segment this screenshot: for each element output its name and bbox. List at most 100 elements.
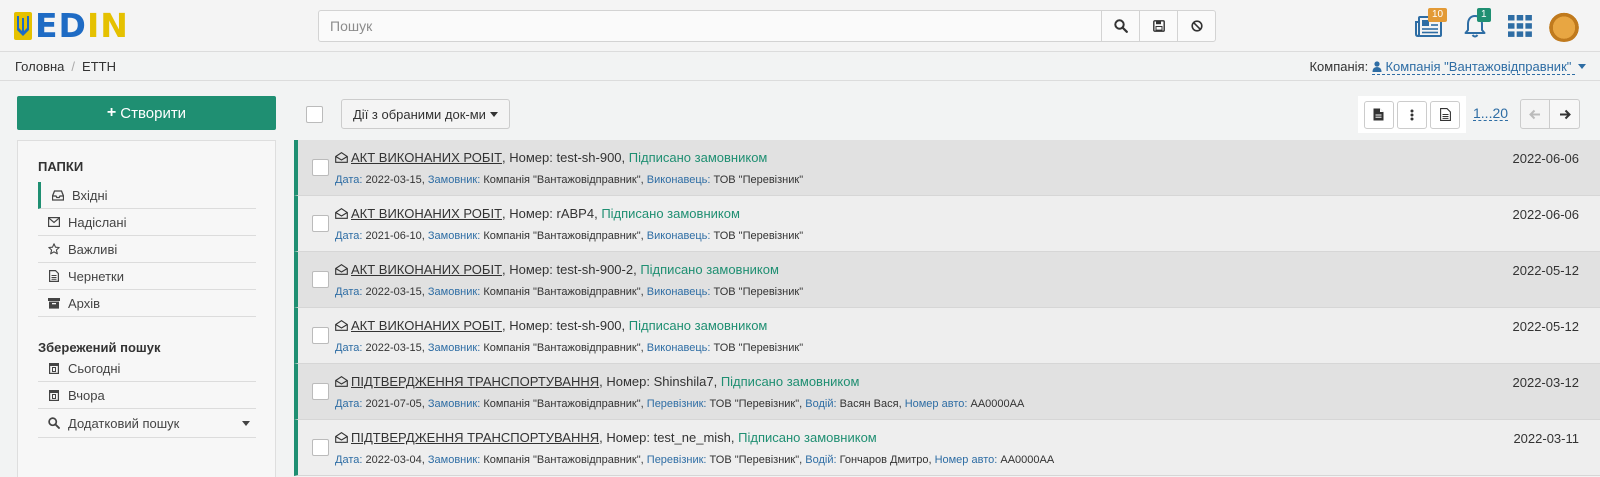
meta-label: Водій:: [805, 454, 837, 466]
row-checkbox[interactable]: [312, 215, 329, 232]
calendar-icon: [48, 389, 60, 401]
document-row[interactable]: АКТ ВИКОНАНИХ РОБІТ, Номер: test-sh-900-…: [294, 252, 1600, 308]
meta-value: ТОВ "Перевізник": [713, 174, 804, 186]
sidebar-item-advanced-search[interactable]: Додатковий пошук: [38, 409, 256, 438]
sidebar-item-drafts[interactable]: Чернетки: [38, 263, 256, 290]
edin-logo[interactable]: EDIN: [14, 8, 129, 44]
document-status: Підписано замовником: [640, 262, 779, 277]
bulk-actions-dropdown[interactable]: Дії з обраними док-ми: [341, 99, 510, 129]
row-checkbox[interactable]: [312, 159, 329, 176]
pagination-range[interactable]: 1...20: [1473, 106, 1509, 121]
meta-value: ТОВ "Перевізник": [713, 230, 804, 242]
document-date: 2022-03-12: [1512, 375, 1580, 390]
meta-label: Замовник:: [427, 174, 481, 186]
document-row[interactable]: ПІДТВЕРДЖЕННЯ ТРАНСПОРТУВАННЯ, Номер: te…: [294, 420, 1600, 476]
meta-value: 2022-03-15: [365, 286, 422, 298]
document-view-button[interactable]: [1430, 100, 1461, 129]
search-button[interactable]: [1101, 11, 1139, 41]
document-type-link[interactable]: АКТ ВИКОНАНИХ РОБІТ: [351, 262, 502, 277]
sidebar-item-archive[interactable]: Архів: [38, 290, 256, 317]
notifications-badge: 1: [1477, 8, 1491, 22]
company-label: Компанія:: [1309, 59, 1369, 74]
meta-value: 2021-07-05: [365, 398, 422, 410]
sidebar-item-today[interactable]: Сьогодні: [38, 355, 256, 382]
sidebar-item-sent[interactable]: Надіслані: [38, 209, 256, 236]
ellipsis-vertical-icon: [1410, 109, 1414, 120]
meta-label: Номер авто:: [934, 454, 998, 466]
meta-label: Виконавець:: [646, 286, 711, 298]
document-row[interactable]: АКТ ВИКОНАНИХ РОБІТ, Номер: test-sh-900,…: [294, 140, 1600, 196]
company-dropdown[interactable]: Компанія "Вантажовідправник": [1371, 59, 1575, 75]
breadcrumb-home[interactable]: Головна: [15, 59, 64, 74]
document-type-link[interactable]: ПІДТВЕРДЖЕННЯ ТРАНСПОРТУВАННЯ: [351, 430, 599, 445]
document-type-link[interactable]: АКТ ВИКОНАНИХ РОБІТ: [351, 150, 502, 165]
sidebar-item-yesterday[interactable]: Вчора: [38, 382, 256, 409]
breadcrumb-separator: /: [71, 59, 76, 74]
document-status: Підписано замовником: [601, 206, 740, 221]
meta-label: Замовник:: [427, 230, 481, 242]
save-search-button[interactable]: [1139, 11, 1177, 41]
sidebar-item-inbox[interactable]: Вхідні: [38, 182, 256, 209]
document-number-label: , Номер:: [502, 318, 553, 333]
meta-value: Компанія "Вантажовідправник": [483, 454, 641, 466]
meta-label: Номер авто:: [904, 398, 968, 410]
document-list: АКТ ВИКОНАНИХ РОБІТ, Номер: test-sh-900,…: [294, 140, 1600, 477]
meta-value: 2022-03-15: [365, 342, 422, 354]
caret-down-icon: [242, 420, 250, 426]
row-checkbox[interactable]: [312, 383, 329, 400]
meta-label: Дата:: [335, 342, 363, 354]
meta-label: Дата:: [335, 230, 363, 242]
sidebar-item-important[interactable]: Важливі: [38, 236, 256, 263]
envelope-open-icon: [335, 208, 348, 219]
document-summary: ПІДТВЕРДЖЕННЯ ТРАНСПОРТУВАННЯ, Номер: Sh…: [335, 374, 859, 389]
plus-icon: +: [106, 104, 117, 121]
meta-value: 2022-03-15: [365, 174, 422, 186]
arrow-right-icon: [1559, 109, 1571, 119]
envelope-open-icon: [335, 264, 348, 275]
meta-value: ТОВ "Перевізник": [709, 454, 800, 466]
envelope-open-icon: [335, 320, 348, 331]
user-avatar[interactable]: [1547, 10, 1581, 42]
meta-value: 2022-03-04: [365, 454, 422, 466]
notifications-button[interactable]: 1: [1460, 8, 1491, 40]
sidebar-item-label: Чернетки: [68, 268, 125, 284]
row-checkbox[interactable]: [312, 439, 329, 456]
meta-label: Виконавець:: [646, 174, 711, 186]
document-number-label: , Номер:: [502, 262, 553, 277]
sidebar-item-label: Вчора: [68, 387, 105, 403]
next-page-button[interactable]: [1550, 99, 1580, 129]
document-row[interactable]: АКТ ВИКОНАНИХ РОБІТ, Номер: test-sh-900,…: [294, 308, 1600, 364]
document-number: test-sh-900: [556, 150, 622, 165]
caret-down-icon[interactable]: [1578, 64, 1586, 69]
sidebar-item-label: Архів: [68, 295, 101, 311]
search-input[interactable]: [319, 11, 1101, 41]
document-type-link[interactable]: АКТ ВИКОНАНИХ РОБІТ: [351, 206, 502, 221]
clear-search-button[interactable]: [1177, 11, 1215, 41]
folders-heading: ПАПКИ: [38, 159, 84, 174]
export-button[interactable]: [1363, 100, 1394, 129]
document-meta: Дата: 2022-03-15, Замовник: Компанія "Ва…: [335, 286, 803, 298]
document-row[interactable]: АКТ ВИКОНАНИХ РОБІТ, Номер: rABP4, Підпи…: [294, 196, 1600, 252]
top-header: EDIN 10 1: [0, 0, 1600, 52]
create-button[interactable]: + Створити: [17, 96, 276, 130]
document-row[interactable]: ПІДТВЕРДЖЕННЯ ТРАНСПОРТУВАННЯ, Номер: Sh…: [294, 364, 1600, 420]
document-type-link[interactable]: ПІДТВЕРДЖЕННЯ ТРАНСПОРТУВАННЯ: [351, 374, 599, 389]
select-all-checkbox[interactable]: [306, 106, 323, 123]
more-options-button[interactable]: [1396, 100, 1427, 129]
document-status: Підписано замовником: [628, 150, 768, 165]
document-date: 2022-03-11: [1513, 431, 1579, 446]
meta-label: Замовник:: [427, 398, 481, 410]
meta-value: 2021-06-10: [365, 230, 422, 242]
meta-label: Виконавець:: [646, 342, 711, 354]
apps-menu-button[interactable]: [1506, 12, 1534, 40]
pagination-controls: [1520, 99, 1580, 129]
prev-page-button[interactable]: [1520, 99, 1550, 129]
document-date: 2022-06-06: [1512, 207, 1580, 222]
row-checkbox[interactable]: [312, 327, 329, 344]
news-button[interactable]: 10: [1413, 8, 1448, 40]
document-number-label: , Номер:: [502, 150, 553, 165]
sidebar-item-label: Додатковий пошук: [68, 415, 180, 431]
document-type-link[interactable]: АКТ ВИКОНАНИХ РОБІТ: [351, 318, 502, 333]
row-checkbox[interactable]: [312, 271, 329, 288]
breadcrumb: Головна / ЕТТН: [15, 59, 116, 74]
